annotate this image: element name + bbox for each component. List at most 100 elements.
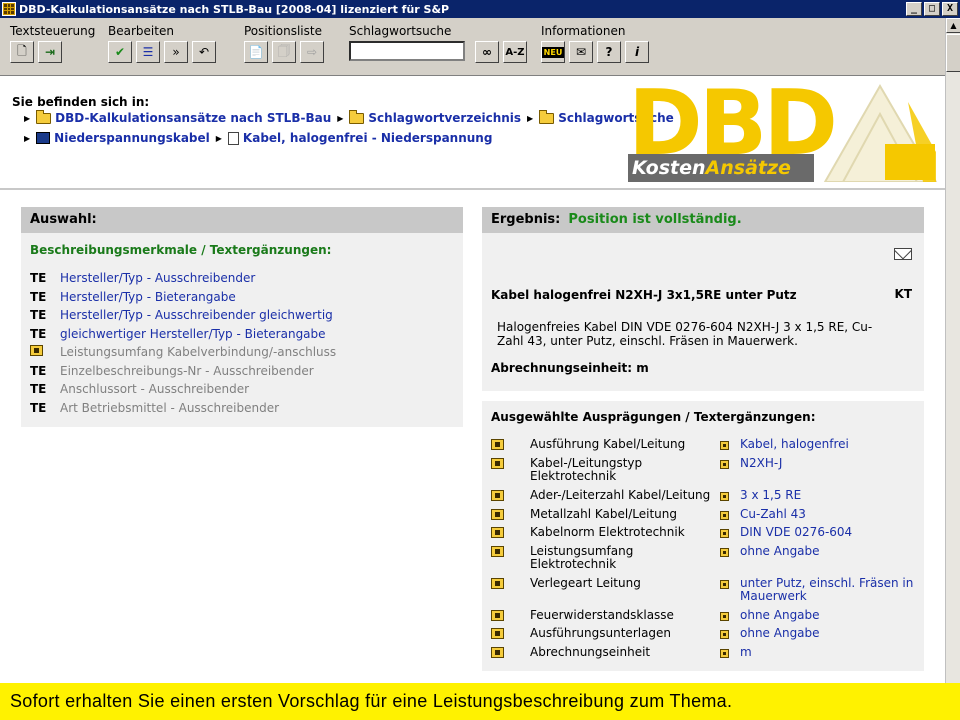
undo-button[interactable]: ↶ [192,41,216,63]
check-button[interactable]: ✔ [108,41,132,63]
arrow-right-icon: ▶ [215,133,222,143]
breadcrumb-link-schlagwortverzeichnis[interactable]: Schlagwortverzeichnis [368,111,521,125]
caption-banner: Sofort erhalten Sie einen ersten Vorschl… [0,683,960,720]
binocular-search-button[interactable]: ∞ [475,41,499,63]
maximize-button[interactable]: □ [924,2,940,16]
te-marker: TE [30,400,47,415]
feature-value[interactable]: unter Putz, einschl. Fräsen in Mauerwerk [740,577,920,603]
email-button[interactable]: ✉ [569,41,593,63]
feature-value[interactable]: m [740,646,920,659]
arrow-right-icon: ▶ [527,113,534,123]
vertical-scrollbar[interactable]: ▲ [945,18,960,683]
az-label: A-Z [505,46,525,58]
feature-label[interactable]: Leistungsumfang Elektrotechnik [530,545,720,571]
feature-value[interactable]: 3 x 1,5 RE [740,489,920,502]
close-button[interactable]: X [942,2,958,16]
auswahl-list: TE Hersteller/Typ - Ausschreibender TE H… [30,269,463,417]
breadcrumb-line-2: ▶ Niederspannungskabel ▶ Kabel, halogenf… [22,131,492,145]
feature-label[interactable]: Abrechnungseinheit [530,646,720,659]
group-informationen: Informationen NEU ✉ ? i [541,24,649,63]
list-item[interactable]: Leistungsumfang Kabelverbindung/-anschlu… [30,343,463,362]
breadcrumb-link-niederspannungskabel[interactable]: Niederspannungskabel [54,131,210,145]
list-item-label[interactable]: Hersteller/Typ - Bieterangabe [60,290,236,304]
group-schlagwortsuche: Schlagwortsuche ∞ A-Z [349,24,527,63]
list-item-label[interactable]: Einzelbeschreibungs-Nr - Ausschreibender [60,364,314,378]
info-button[interactable]: i [625,41,649,63]
feature-value[interactable]: DIN VDE 0276-604 [740,526,920,539]
feature-value[interactable]: ohne Angabe [740,627,920,640]
list-icon: ☰ [142,45,154,59]
add-to-list-button[interactable]: 📄 [244,41,268,63]
feature-value[interactable]: Cu-Zahl 43 [740,508,920,521]
abrechnungseinheit: Abrechnungseinheit: m [491,361,649,375]
feature-key-icon [491,458,504,469]
feature-label[interactable]: Ausführungsunterlagen [530,627,720,640]
az-index-button[interactable]: A-Z [503,41,527,63]
list-item[interactable]: TE gleichwertiger Hersteller/Typ - Biete… [30,325,463,344]
list-item[interactable]: TE Hersteller/Typ - Ausschreibender [30,269,463,288]
position-kt-label: KT [894,287,912,301]
list-item[interactable]: TE Einzelbeschreibungs-Nr - Ausschreiben… [30,362,463,381]
logo-dbd-text: DBD [628,82,838,176]
exit-door-icon: ⇥ [44,45,56,59]
feature-key-icon [491,610,504,621]
breadcrumb-link-kabel-halogenfrei[interactable]: Kabel, halogenfrei - Niederspannung [243,131,493,145]
exit-button[interactable]: ⇥ [38,41,62,63]
feature-label[interactable]: Kabel-/Leitungstyp Elektrotechnik [530,457,720,483]
envelope-icon[interactable] [894,248,912,260]
scroll-up-arrow-icon[interactable]: ▲ [946,18,960,33]
keyword-search-input[interactable] [349,41,465,61]
position-title: Kabel halogenfrei N2XH-J 3x1,5RE unter P… [491,288,797,302]
copy-list-button[interactable]: 🗍 [272,41,296,63]
logo-kostenansaetze: KostenAnsätze [628,154,814,182]
ergebnis-panel: Ergebnis: Position ist vollständig. Kabel… [482,207,924,391]
feature-label[interactable]: Metallzahl Kabel/Leitung [530,508,720,521]
feature-value[interactable]: ohne Angabe [740,609,920,622]
feature-label[interactable]: Ausführung Kabel/Leitung [530,438,720,451]
list-item[interactable]: TE Anschlussort - Ausschreibender [30,380,463,399]
list-item[interactable]: TE Hersteller/Typ - Ausschreibender glei… [30,306,463,325]
copy-icon: 🗍 [278,43,290,58]
arrow-right-icon: ▶ [24,113,31,123]
group-bearbeiten: Bearbeiten ✔ ☰ » ↶ [108,24,216,63]
minimize-button[interactable]: _ [906,2,922,16]
feature-value[interactable]: ohne Angabe [740,545,920,558]
list-item[interactable]: TE Art Betriebsmittel - Ausschreibender [30,399,463,418]
feature-value[interactable]: Kabel, halogenfrei [740,438,920,451]
auswahl-subtitle: Beschreibungsmerkmale / Textergänzungen: [30,243,332,257]
list-item-label[interactable]: Hersteller/Typ - Ausschreibender [60,271,255,285]
list-item-label[interactable]: Anschlussort - Ausschreibender [60,382,249,396]
te-marker: TE [30,326,47,341]
list-item-label[interactable]: gleichwertiger Hersteller/Typ - Bieteran… [60,327,326,341]
house-logo-icon [823,84,938,182]
list-item-label[interactable]: Hersteller/Typ - Ausschreibender gleichw… [60,308,333,322]
check-icon: ✔ [114,45,126,59]
folder-icon [349,109,365,124]
help-button[interactable]: ? [597,41,621,63]
book-icon [36,132,51,144]
breadcrumb-link-kalkulation[interactable]: DBD-Kalkulationsansätze nach STLB-Bau [55,111,331,125]
forward-button[interactable]: » [164,41,188,63]
feature-label[interactable]: Ader-/Leiterzahl Kabel/Leitung [530,489,720,502]
feature-value[interactable]: N2XH-J [740,457,920,470]
feature-key-icon [491,546,504,557]
export-list-button[interactable]: ⇨ [300,41,324,63]
new-document-button[interactable]: 🗋 [10,41,34,63]
feature-label[interactable]: Kabelnorm Elektrotechnik [530,526,720,539]
list-item-label[interactable]: Leistungsumfang Kabelverbindung/-anschlu… [60,345,336,359]
news-button[interactable]: NEU [541,41,565,63]
list-button[interactable]: ☰ [136,41,160,63]
value-key-icon [720,511,729,520]
value-key-icon [720,630,729,639]
feature-label[interactable]: Feuerwiderstandsklasse [530,609,720,622]
folder-icon [539,109,555,124]
value-key-icon [720,529,729,538]
value-key-icon [720,580,729,589]
list-item-label[interactable]: Art Betriebsmittel - Ausschreibender [60,401,279,415]
feature-label[interactable]: Verlegeart Leitung [530,577,720,590]
feature-key-icon [491,578,504,589]
feature-key-icon [491,490,504,501]
list-item[interactable]: TE Hersteller/Typ - Bieterangabe [30,288,463,307]
title-bar: DBD-Kalkulationsansätze nach STLB-Bau [2… [0,0,960,18]
scroll-thumb[interactable] [946,34,960,72]
